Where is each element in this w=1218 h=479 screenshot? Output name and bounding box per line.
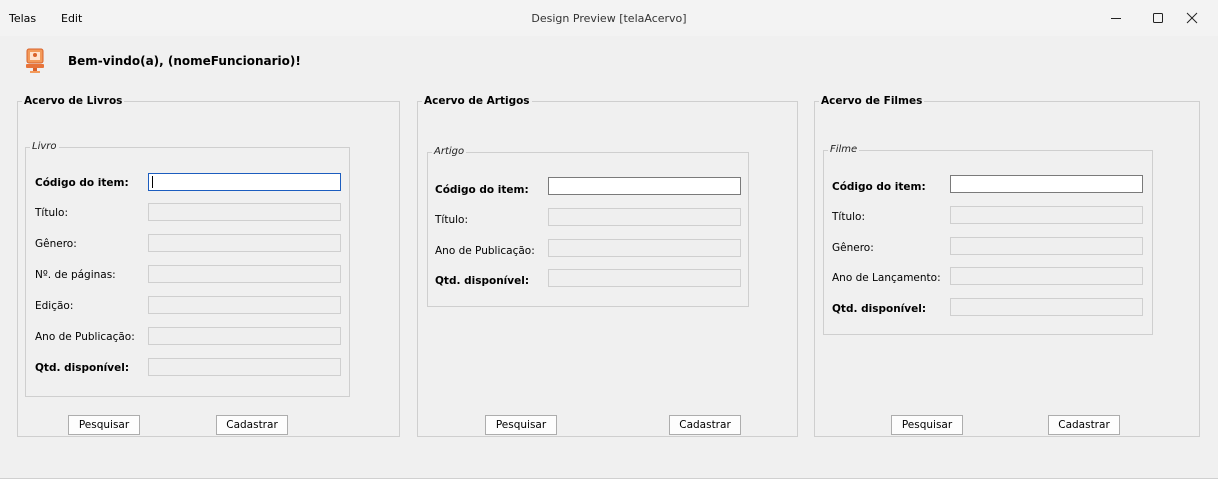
- group-acervo-artigos: Acervo de Artigos Artigo Código do item:…: [417, 94, 798, 437]
- label-titulo: Título:: [435, 214, 468, 226]
- group-title-filmes: Acervo de Filmes: [819, 94, 925, 108]
- input-paginas-livro[interactable]: [148, 265, 341, 283]
- input-qtd-disponivel-filme[interactable]: [950, 298, 1143, 316]
- label-codigo-item: Código do item:: [435, 184, 529, 196]
- close-button[interactable]: [1172, 4, 1212, 32]
- label-edicao: Edição:: [35, 300, 74, 312]
- label-ano-publicacao: Ano de Publicação:: [435, 245, 535, 257]
- input-titulo-filme[interactable]: [950, 206, 1143, 224]
- input-edicao-livro[interactable]: [148, 296, 341, 314]
- subgroup-title-livro: Livro: [30, 140, 59, 154]
- input-ano-lancamento-filme[interactable]: [950, 267, 1143, 285]
- input-ano-publicacao-artigo[interactable]: [548, 239, 741, 257]
- label-codigo-item: Código do item:: [35, 177, 129, 189]
- label-ano-lancamento: Ano de Lançamento:: [832, 272, 941, 284]
- text-caret: [152, 176, 153, 188]
- input-titulo-livro[interactable]: [148, 203, 341, 221]
- minimize-button[interactable]: [1096, 4, 1136, 32]
- cadastrar-button-filmes[interactable]: Cadastrar: [1048, 415, 1120, 435]
- input-qtd-disponivel-artigo[interactable]: [548, 269, 741, 287]
- label-genero: Gênero:: [832, 242, 874, 254]
- welcome-message: Bem-vindo(a), (nomeFuncionario)!: [68, 54, 301, 68]
- input-ano-publicacao-livro[interactable]: [148, 327, 341, 345]
- label-paginas: Nº. de páginas:: [35, 269, 116, 281]
- cadastrar-button-artigos[interactable]: Cadastrar: [669, 415, 741, 435]
- maximize-icon: [1153, 13, 1163, 23]
- input-titulo-artigo[interactable]: [548, 208, 741, 226]
- input-codigo-item-filme[interactable]: [950, 175, 1143, 193]
- input-qtd-disponivel-livro[interactable]: [148, 358, 341, 376]
- label-titulo: Título:: [35, 207, 68, 219]
- minimize-icon: [1111, 18, 1121, 19]
- label-titulo: Título:: [832, 211, 865, 223]
- pesquisar-button-livros[interactable]: Pesquisar: [68, 415, 140, 435]
- cadastrar-button-livros[interactable]: Cadastrar: [216, 415, 288, 435]
- label-qtd-disponivel: Qtd. disponível:: [832, 303, 927, 315]
- label-codigo-item: Código do item:: [832, 181, 926, 193]
- input-codigo-item-artigo[interactable]: [548, 177, 741, 195]
- close-icon: [1186, 12, 1198, 24]
- subgroup-title-artigo: Artigo: [432, 145, 467, 159]
- group-acervo-livros: Acervo de Livros Livro Código do item: T…: [17, 94, 400, 437]
- pesquisar-button-filmes[interactable]: Pesquisar: [891, 415, 963, 435]
- label-qtd-disponivel: Qtd. disponível:: [435, 275, 530, 287]
- label-ano-publicacao: Ano de Publicação:: [35, 331, 135, 343]
- group-acervo-filmes: Acervo de Filmes Filme Código do item: T…: [814, 94, 1200, 437]
- label-qtd-disponivel: Qtd. disponível:: [35, 362, 130, 374]
- computer-user-icon: [26, 48, 44, 73]
- pesquisar-button-artigos[interactable]: Pesquisar: [485, 415, 557, 435]
- input-genero-filme[interactable]: [950, 237, 1143, 255]
- title-bar: Telas Edit Design Preview [telaAcervo]: [0, 0, 1218, 36]
- input-codigo-item-livro[interactable]: [148, 173, 341, 191]
- subgroup-title-filme: Filme: [828, 143, 860, 157]
- input-genero-livro[interactable]: [148, 234, 341, 252]
- group-title-artigos: Acervo de Artigos: [422, 94, 532, 108]
- label-genero: Gênero:: [35, 238, 77, 250]
- group-title-livros: Acervo de Livros: [22, 94, 125, 108]
- window-title: Design Preview [telaAcervo]: [531, 12, 687, 25]
